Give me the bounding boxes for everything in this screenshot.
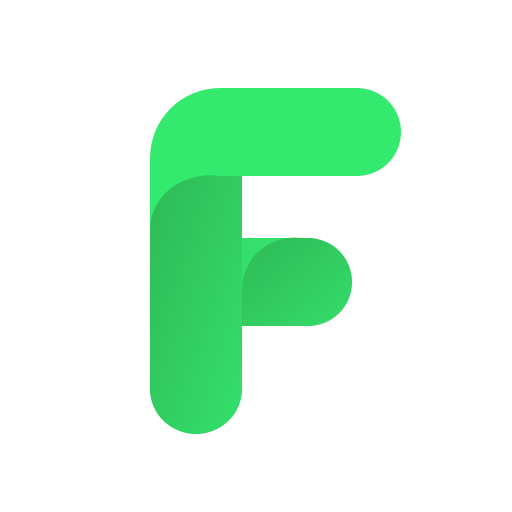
letter-f-logo-icon <box>149 88 401 434</box>
app-icon-canvas <box>0 0 512 512</box>
logo-stem-shadow <box>149 175 242 434</box>
